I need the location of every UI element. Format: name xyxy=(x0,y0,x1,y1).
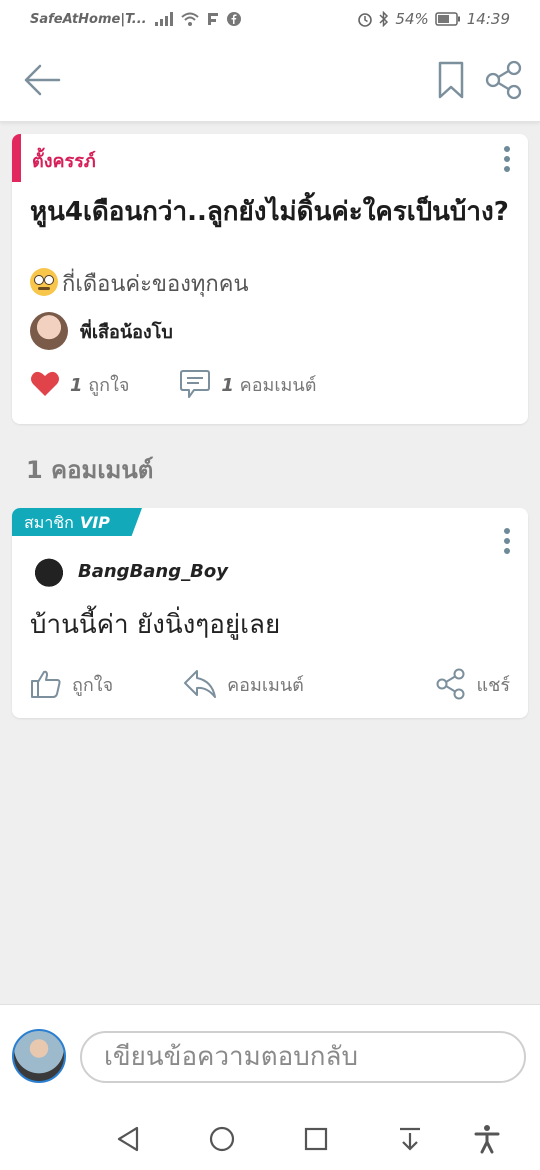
accessibility-button[interactable] xyxy=(472,1124,502,1154)
post-body-text: กี่เดือนค่ะของทุกคน xyxy=(62,272,249,297)
comment-text: บ้านนี้ค่า ยังนิ่งๆอยู่เลย xyxy=(30,610,281,640)
likes-label: ถูกใจ xyxy=(88,374,130,396)
comment-author-name[interactable]: BangBang_Boy xyxy=(78,561,228,582)
comment-bubble-icon xyxy=(180,370,211,398)
vip-label: VIP xyxy=(79,513,110,532)
current-user-avatar xyxy=(12,1029,66,1083)
comment-author[interactable]: BangBang_Boy xyxy=(32,554,228,588)
post-stats: 1 ถูกใจ 1 คอมเมนต์ xyxy=(30,368,316,400)
reply-button[interactable]: คอมเมนต์ xyxy=(183,668,304,700)
battery-percent: 54% xyxy=(395,10,429,28)
comment-card: สมาชิก VIP BangBang_Boy บ้านนี้ค่า ยังนิ่… xyxy=(12,508,528,718)
thumbs-up-icon xyxy=(31,670,61,698)
comment-stat[interactable]: 1 คอมเมนต์ xyxy=(179,368,316,400)
comments-count: 1 xyxy=(221,374,234,396)
dot xyxy=(504,538,510,544)
wifi-icon xyxy=(180,12,199,26)
battery-icon xyxy=(435,12,461,26)
bookmark-button[interactable] xyxy=(436,60,466,100)
like-stat[interactable]: 1 ถูกใจ xyxy=(30,370,129,399)
share-label: แชร์ xyxy=(476,674,511,696)
comments-label: คอมเมนต์ xyxy=(239,374,317,396)
comment-menu-button[interactable] xyxy=(497,526,517,556)
clock: 14:39 xyxy=(466,10,510,28)
like-button[interactable]: ถูกใจ xyxy=(30,669,113,699)
top-bar xyxy=(0,38,540,122)
category-tag-bar xyxy=(12,134,21,182)
post-menu-button[interactable] xyxy=(497,144,517,174)
bluetooth-icon xyxy=(379,11,389,27)
post-body: กี่เดือนค่ะของทุกคน xyxy=(30,268,248,302)
nav-download-button[interactable] xyxy=(395,1124,425,1154)
flipboard-icon xyxy=(207,12,219,26)
status-bar: SafeAtHome|T... 54% 14:39 xyxy=(0,0,540,38)
rolling-eyes-emoji-icon xyxy=(30,268,58,296)
avatar[interactable] xyxy=(30,312,68,350)
signal-icon xyxy=(154,12,173,26)
carrier-label: SafeAtHome|T... xyxy=(30,11,147,27)
member-label: สมาชิก xyxy=(24,513,74,532)
dot xyxy=(504,548,510,554)
comment-actions: ถูกใจ คอมเมนต์ แชร์ xyxy=(30,668,510,700)
system-nav-bar xyxy=(0,1106,540,1170)
dot xyxy=(504,528,510,534)
author-name[interactable]: พี่เสือน้องโบ xyxy=(80,317,173,346)
back-button[interactable] xyxy=(22,62,62,98)
dot xyxy=(504,146,510,152)
back-arrow-icon xyxy=(24,64,61,96)
nav-back-button[interactable] xyxy=(113,1124,143,1154)
bookmark-icon xyxy=(438,61,464,99)
reply-bar xyxy=(0,1004,540,1106)
triangle-back-icon xyxy=(117,1126,139,1152)
dot xyxy=(504,156,510,162)
share-button[interactable] xyxy=(484,60,524,100)
like-label: ถูกใจ xyxy=(72,674,114,696)
dot xyxy=(504,166,510,172)
nav-home-button[interactable] xyxy=(207,1124,237,1154)
facebook-icon xyxy=(226,12,241,26)
square-recents-icon xyxy=(304,1127,328,1151)
circle-home-icon xyxy=(209,1126,235,1152)
avatar[interactable] xyxy=(32,554,66,588)
post-card: ตั้งครรภ์ หูน4เดือนกว่า..ลูกยังไม่ดิ้นค่… xyxy=(12,134,528,424)
post-author[interactable]: พี่เสือน้องโบ xyxy=(30,312,173,350)
reply-input[interactable] xyxy=(80,1031,526,1083)
likes-count: 1 xyxy=(70,374,83,396)
nav-recents-button[interactable] xyxy=(301,1124,331,1154)
share-icon xyxy=(485,60,522,100)
alarm-icon xyxy=(357,11,373,27)
vip-member-badge: สมาชิก VIP xyxy=(12,508,142,536)
heart-icon xyxy=(31,371,59,396)
post-title: หูน4เดือนกว่า..ลูกยังไม่ดิ้นค่ะใครเป็นบ้… xyxy=(30,197,509,227)
comment-share-button[interactable]: แชร์ xyxy=(435,668,511,700)
comments-heading: 1 คอมเมนต์ xyxy=(26,456,154,484)
pull-down-icon xyxy=(400,1127,420,1151)
category-tag[interactable]: ตั้งครรภ์ xyxy=(32,146,96,175)
reply-label: คอมเมนต์ xyxy=(227,674,304,696)
share-icon xyxy=(436,668,464,700)
accessibility-icon xyxy=(474,1125,500,1154)
reply-arrow-icon xyxy=(184,670,217,698)
